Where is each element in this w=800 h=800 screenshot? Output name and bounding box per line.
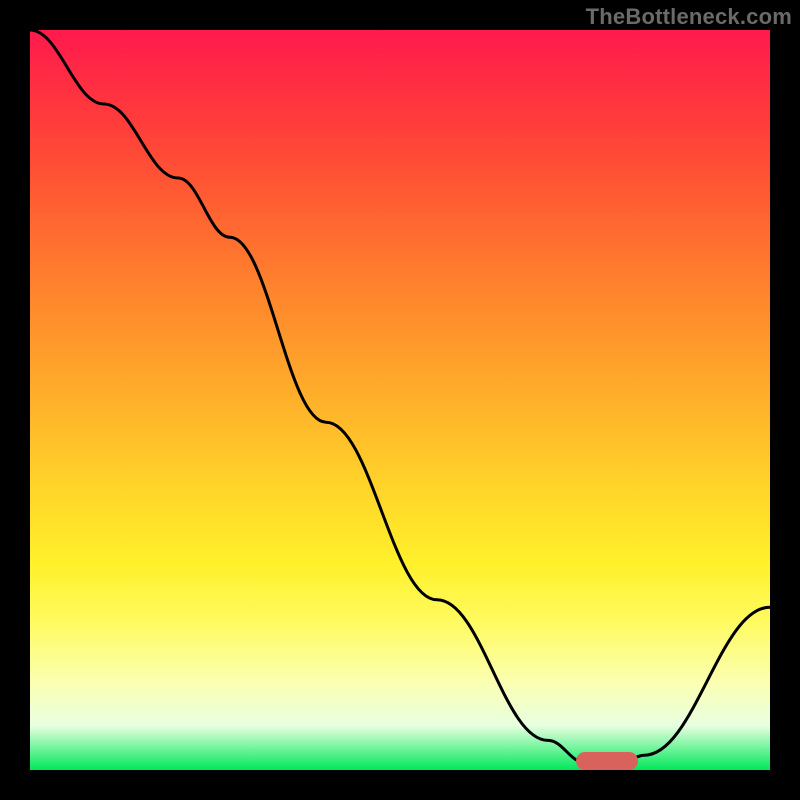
bottleneck-curve-line: [30, 30, 770, 763]
optimal-point-marker: [576, 752, 638, 770]
watermark-label: TheBottleneck.com: [586, 4, 792, 30]
curve-layer: [30, 30, 770, 770]
bottleneck-chart: TheBottleneck.com: [0, 0, 800, 800]
plot-area: [30, 30, 770, 770]
